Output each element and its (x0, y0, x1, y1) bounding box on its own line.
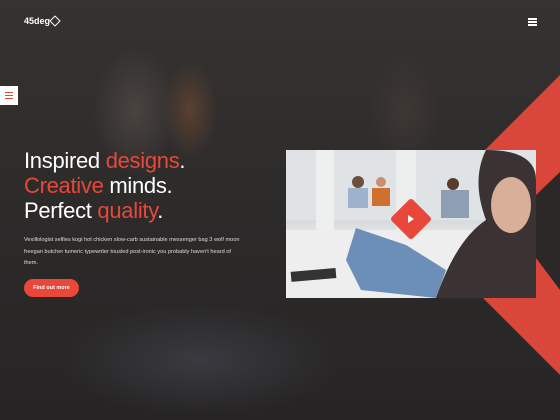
settings-sliders-icon[interactable] (0, 86, 18, 105)
logo[interactable]: 45deg (24, 15, 61, 27)
play-icon (408, 215, 414, 223)
hero-description: Vexillologist selfies kogi hot chicken s… (24, 237, 240, 266)
hamburger-icon[interactable] (528, 18, 537, 27)
find-out-more-button[interactable]: Find out more (24, 279, 79, 297)
hero-heading: Inspired designs. Creative minds. Perfec… (24, 148, 186, 223)
logo-diamond-icon (49, 15, 61, 27)
